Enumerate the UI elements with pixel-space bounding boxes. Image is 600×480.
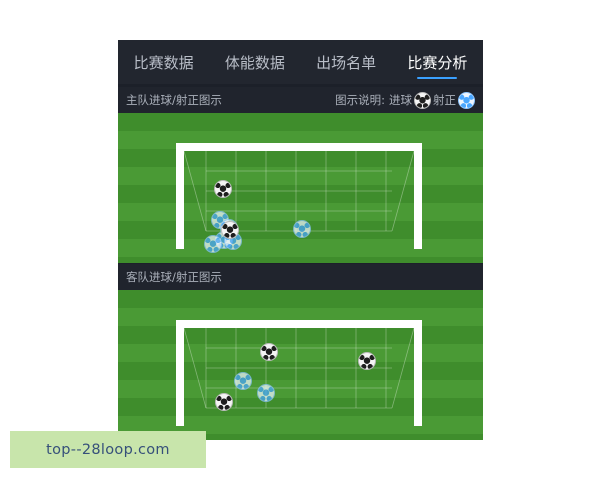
home-pitch (118, 113, 483, 263)
goal-marker (221, 221, 239, 239)
shot-marker (293, 220, 311, 238)
tab-match-stats[interactable]: 比赛数据 (118, 40, 209, 84)
watermark: top--28loop.com (10, 431, 206, 468)
legend-goal-label: 进球 (389, 93, 412, 107)
away-pitch (118, 290, 483, 440)
soccer-ball-icon (414, 91, 431, 109)
goal-marker (260, 343, 278, 361)
shot-marker (204, 235, 222, 253)
tab-fitness-stats[interactable]: 体能数据 (209, 40, 300, 84)
goal-marker (215, 393, 233, 411)
tab-match-analysis[interactable]: 比赛分析 (392, 40, 483, 84)
goal-marker (358, 352, 376, 370)
away-section-header: 客队进球/射正图示 (118, 264, 483, 290)
away-goal-frame (176, 320, 422, 426)
away-section-title: 客队进球/射正图示 (126, 270, 222, 284)
tab-bar: 比赛数据 体能数据 出场名单 比赛分析 (118, 40, 483, 84)
goal-marker (214, 180, 232, 198)
home-section-title: 主队进球/射正图示 (126, 93, 222, 107)
match-analysis-panel: 比赛数据 体能数据 出场名单 比赛分析 主队进球/射正图示 图示说明: 进球 射… (118, 40, 483, 440)
shot-marker (234, 372, 252, 390)
shot-marker (257, 384, 275, 402)
soccer-ball-blue-icon (458, 91, 475, 109)
legend-prefix: 图示说明: (335, 93, 385, 107)
tab-lineup[interactable]: 出场名单 (301, 40, 392, 84)
home-section-header: 主队进球/射正图示 图示说明: 进球 射正 (118, 87, 483, 113)
legend: 图示说明: 进球 射正 (335, 91, 475, 109)
legend-shot-label: 射正 (433, 93, 456, 107)
